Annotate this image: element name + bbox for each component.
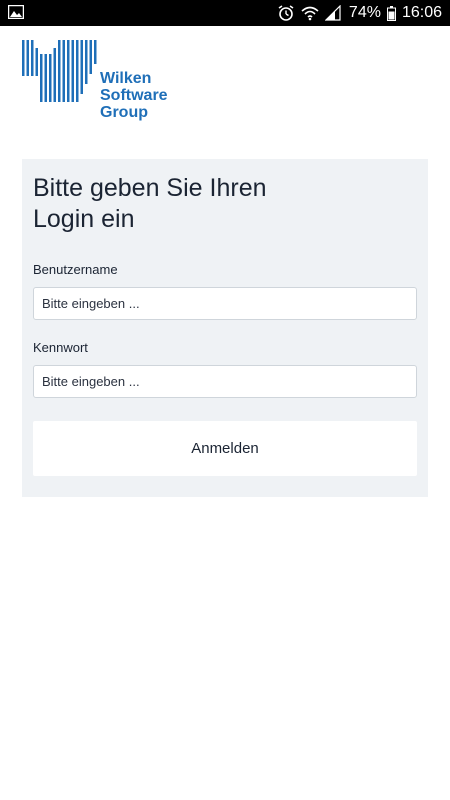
login-title-line-1: Bitte geben Sie Ihren: [33, 174, 267, 202]
logo-line-2: Software: [100, 87, 168, 104]
username-label: Benutzername: [33, 262, 118, 277]
image-icon: [7, 4, 25, 20]
status-icons: 74% 16:06: [277, 0, 442, 26]
battery-icon: [386, 5, 396, 21]
alarm-icon: [277, 5, 295, 21]
logo-line-3: Group: [100, 104, 148, 121]
password-input[interactable]: [33, 365, 417, 398]
login-button[interactable]: Anmelden: [33, 421, 417, 476]
wifi-icon: [301, 5, 319, 21]
login-title: Bitte geben Sie Ihren Login ein: [33, 173, 413, 235]
wilken-logo: Wilken Software Group: [22, 40, 182, 124]
signal-icon: [324, 4, 343, 21]
password-label: Kennwort: [33, 340, 88, 355]
wilken-logo-mark: [22, 40, 97, 102]
login-card: Bitte geben Sie Ihren Login ein Benutzer…: [22, 159, 428, 497]
status-bar: 74% 16:06: [0, 0, 450, 26]
login-screen: 74% 16:06 Wilken Software Group Bitte ge…: [0, 0, 450, 800]
battery-percentage: 74%: [348, 4, 381, 21]
logo-wordmark: Wilken Software Group: [100, 70, 168, 121]
username-input[interactable]: [33, 287, 417, 320]
clock: 16:06: [401, 4, 442, 21]
logo-line-1: Wilken: [100, 70, 152, 87]
login-title-line-2: Login ein: [33, 205, 135, 233]
